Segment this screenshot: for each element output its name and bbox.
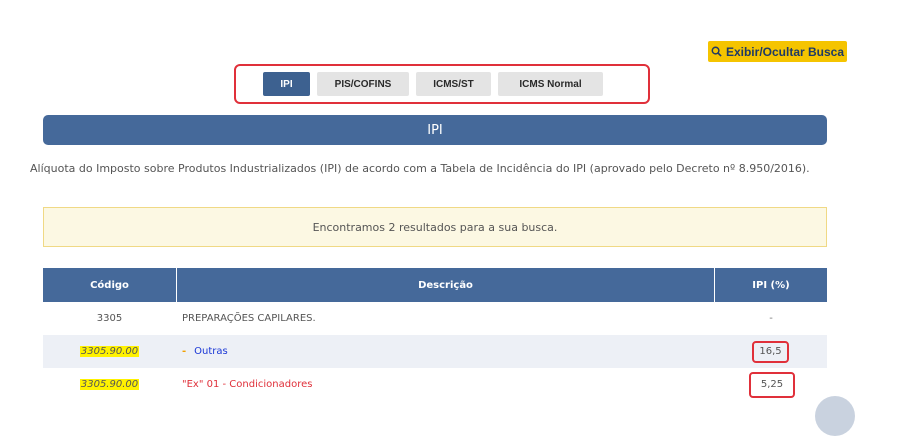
tab-icms-st[interactable]: ICMS/ST xyxy=(416,72,491,96)
floating-action-button[interactable] xyxy=(815,396,855,436)
section-description: Alíquota do Imposto sobre Produtos Indus… xyxy=(30,162,810,175)
tab-ipi[interactable]: IPI xyxy=(263,72,310,96)
row-code: 3305 xyxy=(96,313,123,324)
row-ipi: 5,25 xyxy=(760,379,784,390)
results-alert: Encontramos 2 resultados para a sua busc… xyxy=(43,207,827,247)
table-header: Código Descrição IPI (%) xyxy=(43,268,827,302)
row-description: PREPARAÇÕES CAPILARES. xyxy=(182,313,316,324)
section-title-text: IPI xyxy=(427,122,443,138)
section-title: IPI xyxy=(43,115,827,145)
row-code: 3305.90.00 xyxy=(79,346,140,357)
toggle-search-label: Exibir/Ocultar Busca xyxy=(725,44,845,59)
tab-icms-normal[interactable]: ICMS Normal xyxy=(498,72,603,96)
search-icon xyxy=(711,46,722,57)
table-row: 3305.90.00 - Outras 16,5 xyxy=(43,335,827,368)
row-dash: - xyxy=(182,346,187,357)
row-ipi: 16,5 xyxy=(759,346,782,357)
header-description: Descrição xyxy=(418,279,473,291)
row-ipi: - xyxy=(769,313,773,324)
row-description-link[interactable]: Outras xyxy=(194,346,228,357)
header-ipi: IPI (%) xyxy=(752,279,790,291)
table-row: 3305 PREPARAÇÕES CAPILARES. - xyxy=(43,302,827,335)
row-description-link[interactable]: "Ex" 01 - Condicionadores xyxy=(182,379,312,390)
row-ipi-highlight: 16,5 xyxy=(752,340,789,363)
tab-pis-cofins[interactable]: PIS/COFINS xyxy=(317,72,409,96)
row-code: 3305.90.00 xyxy=(79,379,140,390)
results-alert-text: Encontramos 2 resultados para a sua busc… xyxy=(312,220,558,234)
results-table: Código Descrição IPI (%) 3305 PREPARAÇÕE… xyxy=(43,268,827,401)
row-ipi-highlight: 5,25 xyxy=(749,371,795,398)
header-code: Código xyxy=(90,279,129,291)
table-row: 3305.90.00 "Ex" 01 - Condicionadores 5,2… xyxy=(43,368,827,401)
toggle-search-button[interactable]: Exibir/Ocultar Busca xyxy=(708,41,847,62)
